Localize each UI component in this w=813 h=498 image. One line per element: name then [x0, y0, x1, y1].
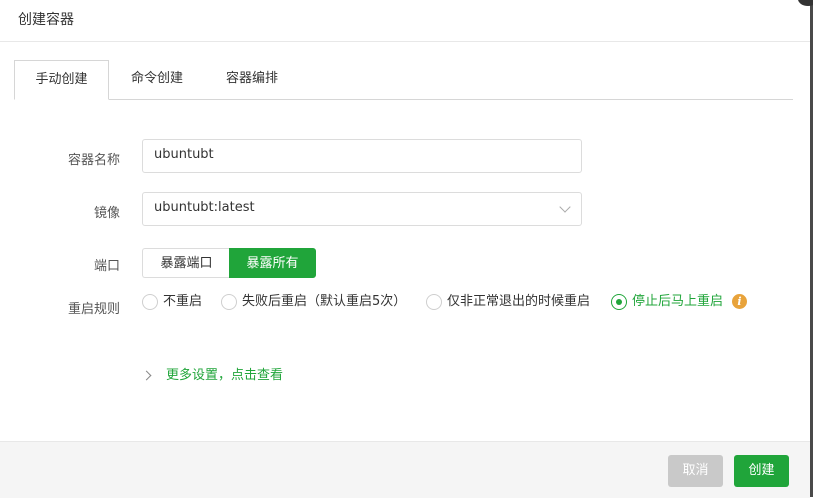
chevron-down-icon [559, 201, 571, 213]
dialog-header: 创建容器 [0, 0, 810, 42]
tab-manual-create[interactable]: 手动创建 [14, 60, 109, 100]
tab-bar: 手动创建 命令创建 容器编排 [14, 60, 793, 100]
restart-option-label: 失败后重启（默认重启5次） [242, 294, 407, 309]
info-icon[interactable]: i [732, 294, 747, 309]
image-value: ubuntubt:latest [154, 200, 255, 215]
expose-all-button[interactable]: 暴露所有 [229, 248, 316, 278]
radio-circle [221, 294, 237, 310]
restart-option-label: 停止后马上重启 [632, 294, 724, 309]
create-button[interactable]: 创建 [734, 455, 789, 487]
tab-compose[interactable]: 容器编排 [219, 60, 285, 98]
tab-command-create[interactable]: 命令创建 [124, 60, 190, 98]
restart-option-label: 仅非正常退出的时候重启 [447, 294, 591, 309]
create-container-dialog: 创建容器 手动创建 命令创建 容器编排 容器名称 ubuntubt 镜像 ubu… [0, 0, 810, 498]
image-select[interactable]: ubuntubt:latest [142, 192, 582, 226]
port-label: 端口 [93, 259, 120, 274]
radio-circle [611, 294, 627, 310]
chevron-right-icon [141, 370, 152, 381]
restart-policy-label: 重启规则 [67, 302, 120, 317]
more-settings-label: 更多设置，点击查看 [166, 368, 284, 383]
container-name-label: 容器名称 [67, 153, 120, 168]
radio-circle [142, 294, 158, 310]
container-name-value: ubuntubt [154, 147, 214, 162]
dialog-title: 创建容器 [18, 12, 74, 28]
cancel-button[interactable]: 取消 [668, 455, 723, 487]
restart-option-label: 不重启 [163, 294, 203, 309]
image-label: 镜像 [93, 206, 120, 221]
expose-port-button[interactable]: 暴露端口 [142, 248, 230, 278]
radio-circle [426, 294, 442, 310]
dialog-footer: 取消 创建 [0, 441, 810, 498]
container-name-input[interactable]: ubuntubt [142, 139, 582, 173]
